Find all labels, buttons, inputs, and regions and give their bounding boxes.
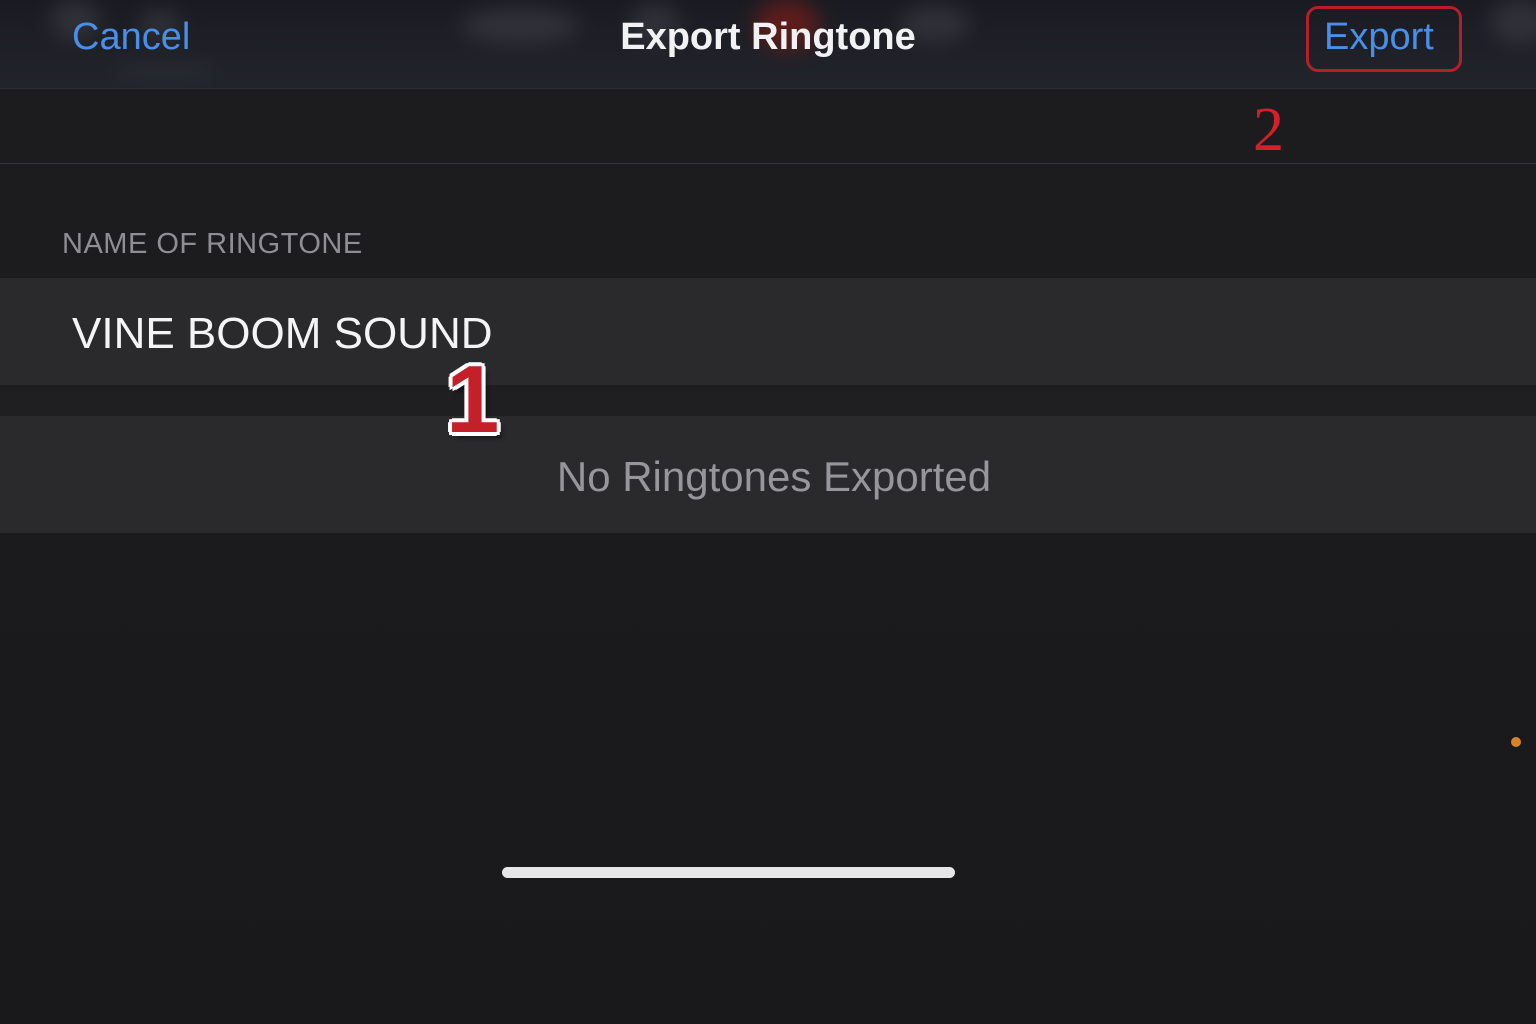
step-1-annotation: 1 — [446, 346, 500, 453]
export-ringtone-screen: Cancel Export Ringtone Export 2 NAME OF … — [0, 0, 1536, 1024]
home-indicator[interactable] — [502, 867, 955, 878]
empty-list-message: No Ringtones Exported — [556, 453, 992, 500]
recording-indicator-dot — [1511, 737, 1521, 747]
section-divider — [0, 385, 1536, 416]
ringtone-name-input[interactable] — [72, 308, 972, 360]
section-header-name: NAME OF RINGTONE — [62, 228, 363, 260]
export-button[interactable]: Export — [1324, 14, 1434, 60]
step-2-annotation: 2 — [1253, 96, 1284, 164]
empty-content-area — [0, 533, 1536, 1024]
blurred-label — [110, 62, 220, 80]
navigation-bar — [0, 88, 1536, 164]
